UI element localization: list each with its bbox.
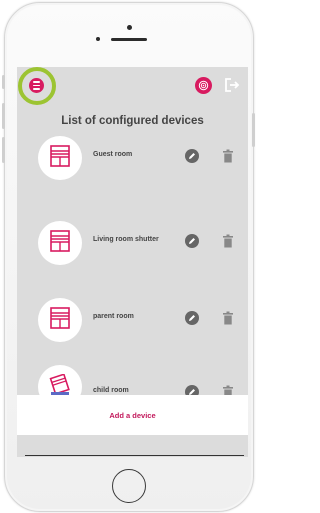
phone-frame: List of configured devices Guest room Li…	[2, 2, 255, 512]
device-label: Living room shutter	[93, 236, 159, 243]
pencil-icon[interactable]	[185, 311, 199, 325]
pencil-icon[interactable]	[185, 234, 199, 248]
hamburger-menu-icon[interactable]	[29, 78, 44, 93]
volume-down-button	[2, 137, 5, 163]
device-label: child room	[93, 387, 129, 394]
trash-icon[interactable]	[223, 311, 233, 325]
device-row-guest-room[interactable]: Guest room	[17, 136, 248, 186]
home-button[interactable]	[112, 469, 146, 503]
window-shutter-icon	[50, 144, 70, 172]
logout-icon[interactable]	[223, 76, 241, 94]
window-shutter-icon	[50, 306, 70, 334]
device-label: parent room	[93, 313, 134, 320]
add-device-button[interactable]: Add a device	[17, 395, 248, 435]
top-bar	[17, 67, 248, 105]
window-shutter-icon	[50, 229, 70, 257]
proximity-sensor	[96, 37, 100, 41]
device-row-living-room-shutter[interactable]: Living room shutter	[17, 221, 248, 271]
page-title: List of configured devices	[61, 115, 204, 127]
earpiece-speaker	[111, 38, 147, 41]
device-avatar	[38, 298, 82, 342]
user-target-icon[interactable]	[195, 77, 212, 94]
volume-up-button	[2, 103, 5, 129]
device-row-parent-room[interactable]: parent room	[17, 298, 248, 348]
mute-switch	[2, 75, 5, 89]
power-button	[252, 113, 255, 147]
trash-icon[interactable]	[223, 234, 233, 248]
add-device-label: Add a device	[109, 410, 156, 420]
device-avatar	[38, 136, 82, 180]
front-camera	[127, 25, 132, 30]
trash-icon[interactable]	[223, 149, 233, 163]
device-avatar	[38, 221, 82, 265]
app-screen: List of configured devices Guest room Li…	[17, 67, 248, 457]
device-label: Guest room	[93, 151, 133, 158]
pencil-icon[interactable]	[185, 149, 199, 163]
divider	[25, 455, 244, 456]
